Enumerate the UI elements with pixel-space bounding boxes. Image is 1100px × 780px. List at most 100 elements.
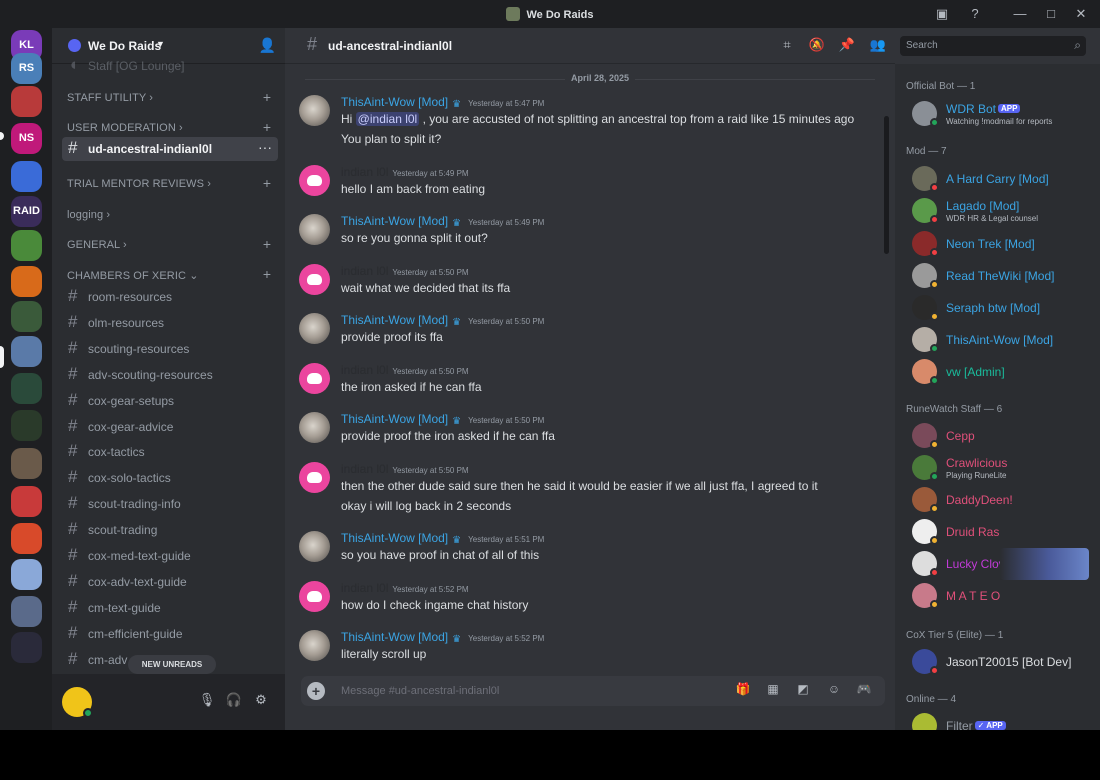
server-icon[interactable] [11, 230, 42, 261]
member-item[interactable]: DaddyDeen! [905, 483, 1090, 515]
avatar[interactable] [299, 630, 330, 661]
member-item[interactable]: Filter ✓ APP [905, 709, 1090, 730]
category-staff-utility[interactable]: STAFF UTILITY › [67, 92, 153, 104]
scrollbar[interactable] [884, 116, 889, 254]
member-item[interactable]: vw [Admin] [905, 355, 1090, 387]
author-name[interactable]: ThisAint-Wow [Mod] [341, 313, 448, 327]
notifications-muted-icon[interactable]: 🔕 [808, 37, 826, 55]
user-mention[interactable]: @indian l0l [355, 112, 420, 126]
server-icon[interactable] [11, 336, 42, 367]
server-icon[interactable] [11, 448, 42, 479]
category-logging[interactable]: logging › [67, 209, 110, 221]
channel-item[interactable]: # scouting-resources [62, 337, 278, 361]
category-user-moderation[interactable]: USER MODERATION › [67, 122, 183, 134]
server-icon[interactable] [11, 632, 42, 663]
avatar[interactable] [299, 462, 330, 493]
category-chambers-of-xeric[interactable]: CHAMBERS OF XERIC ⌄ [67, 269, 199, 282]
avatar[interactable] [299, 581, 330, 612]
sticker-icon[interactable]: ◩ [794, 682, 812, 700]
search-input[interactable]: Search ⌕ [900, 36, 1086, 56]
server-icon[interactable]: NS [11, 123, 42, 154]
add-channel-icon[interactable]: + [263, 175, 271, 191]
author-name[interactable]: ThisAint-Wow [Mod] [341, 214, 448, 228]
help-icon[interactable]: ? [965, 4, 985, 24]
emoji-icon[interactable]: ☺ [825, 682, 843, 700]
server-icon[interactable] [11, 559, 42, 590]
channel-item-partial[interactable]: ◖ Staff [OG Lounge] [62, 54, 278, 78]
more-icon[interactable]: ··· [258, 139, 272, 155]
pin-icon[interactable]: 📌 [838, 37, 856, 55]
avatar[interactable] [299, 95, 330, 126]
server-icon[interactable] [11, 373, 42, 404]
add-channel-icon[interactable]: + [263, 236, 271, 252]
channel-item[interactable]: # olm-resources [62, 311, 278, 335]
add-channel-icon[interactable]: + [263, 266, 271, 282]
category-trial-mentor-reviews[interactable]: TRIAL MENTOR REVIEWS › [67, 178, 211, 190]
channel-item[interactable]: # cox-med-text-guide [62, 544, 278, 568]
message-author[interactable]: indian l0l Yesterday at 5:50 PM [341, 264, 469, 278]
channel-item[interactable]: # cox-gear-setups [62, 389, 278, 413]
server-icon[interactable] [11, 266, 42, 297]
avatar[interactable] [299, 363, 330, 394]
members-icon[interactable]: 👥 [869, 37, 887, 55]
avatar[interactable] [299, 264, 330, 295]
server-icon[interactable] [11, 596, 42, 627]
channel-item[interactable]: # scout-trading-info [62, 492, 278, 516]
message-author[interactable]: ThisAint-Wow [Mod] ♛ Yesterday at 5:52 PM [341, 630, 544, 645]
channel-item[interactable]: # room-resources [62, 285, 278, 309]
member-item[interactable]: ThisAint-Wow [Mod] [905, 323, 1090, 355]
activities-icon[interactable]: 🎮 [855, 682, 873, 700]
avatar[interactable] [299, 313, 330, 344]
channel-item[interactable]: # adv-scouting-resources [62, 363, 278, 387]
author-name[interactable]: indian l0l [341, 264, 388, 278]
message-input[interactable]: Message #ud-ancestral-indianl0l [341, 685, 499, 697]
member-item[interactable]: M A T E O [905, 579, 1090, 611]
member-item[interactable]: JasonT20015 [Bot Dev] [905, 645, 1090, 677]
channel-item[interactable]: # cox-tactics [62, 440, 278, 464]
message-author[interactable]: ThisAint-Wow [Mod] ♛ Yesterday at 5:50 PM [341, 412, 544, 427]
channel-item-active[interactable]: # ud-ancestral-indianl0l ··· [62, 137, 278, 161]
avatar[interactable] [299, 412, 330, 443]
message-author[interactable]: ThisAint-Wow [Mod] ♛ Yesterday at 5:49 PM [341, 214, 544, 229]
channel-item[interactable]: # scout-trading [62, 518, 278, 542]
author-name[interactable]: ThisAint-Wow [Mod] [341, 630, 448, 644]
message-author[interactable]: indian l0l Yesterday at 5:49 PM [341, 165, 469, 179]
author-name[interactable]: indian l0l [341, 363, 388, 377]
server-icon[interactable]: RAID [11, 196, 42, 227]
member-item[interactable]: Seraph btw [Mod] [905, 291, 1090, 323]
upload-button[interactable]: + [307, 682, 325, 700]
server-icon[interactable] [11, 486, 42, 517]
message-composer[interactable]: + Message #ud-ancestral-indianl0l 🎁 ▦ ◩ … [301, 676, 885, 706]
channel-item[interactable]: # cox-gear-advice [62, 415, 278, 439]
member-item[interactable]: Read TheWiki [Mod] [905, 259, 1090, 291]
server-icon[interactable] [11, 301, 42, 332]
microphone-icon[interactable]: 🎙 [198, 692, 216, 710]
message-author[interactable]: indian l0l Yesterday at 5:52 PM [341, 581, 469, 595]
author-name[interactable]: ThisAint-Wow [Mod] [341, 531, 448, 545]
channel-item[interactable]: # cm-text-guide [62, 596, 278, 620]
add-channel-icon[interactable]: + [263, 119, 271, 135]
gear-icon[interactable]: ⚙ [252, 692, 270, 710]
member-item[interactable]: Lagado [Mod] WDR HR & Legal counsel [905, 194, 1090, 226]
member-item[interactable]: Crawlicious Playing RuneLite [905, 451, 1090, 483]
close-button[interactable]: ✕ [1071, 4, 1091, 24]
threads-icon[interactable]: ⌗ [778, 37, 796, 55]
server-icon[interactable] [11, 161, 42, 192]
gif-icon[interactable]: ▦ [764, 682, 782, 700]
member-item[interactable]: WDR Bot APP Watching !modmail for reports [905, 97, 1090, 129]
minimize-button[interactable]: — [1010, 4, 1030, 24]
gift-icon[interactable]: 🎁 [734, 682, 752, 700]
avatar[interactable] [299, 531, 330, 562]
server-icon[interactable] [11, 410, 42, 441]
author-name[interactable]: indian l0l [341, 165, 388, 179]
channel-item[interactable]: # cox-solo-tactics [62, 466, 278, 490]
author-name[interactable]: ThisAint-Wow [Mod] [341, 412, 448, 426]
channel-item[interactable]: # cox-adv-text-guide [62, 570, 278, 594]
server-icon[interactable]: RS [11, 53, 42, 84]
avatar[interactable] [299, 165, 330, 196]
new-unreads-pill[interactable]: NEW UNREADS [128, 655, 216, 674]
message-author[interactable]: ThisAint-Wow [Mod] ♛ Yesterday at 5:47 PM [341, 95, 544, 110]
message-author[interactable]: ThisAint-Wow [Mod] ♛ Yesterday at 5:50 PM [341, 313, 544, 328]
invite-icon[interactable]: 👤 [259, 37, 276, 54]
category-general[interactable]: GENERAL › [67, 239, 127, 251]
